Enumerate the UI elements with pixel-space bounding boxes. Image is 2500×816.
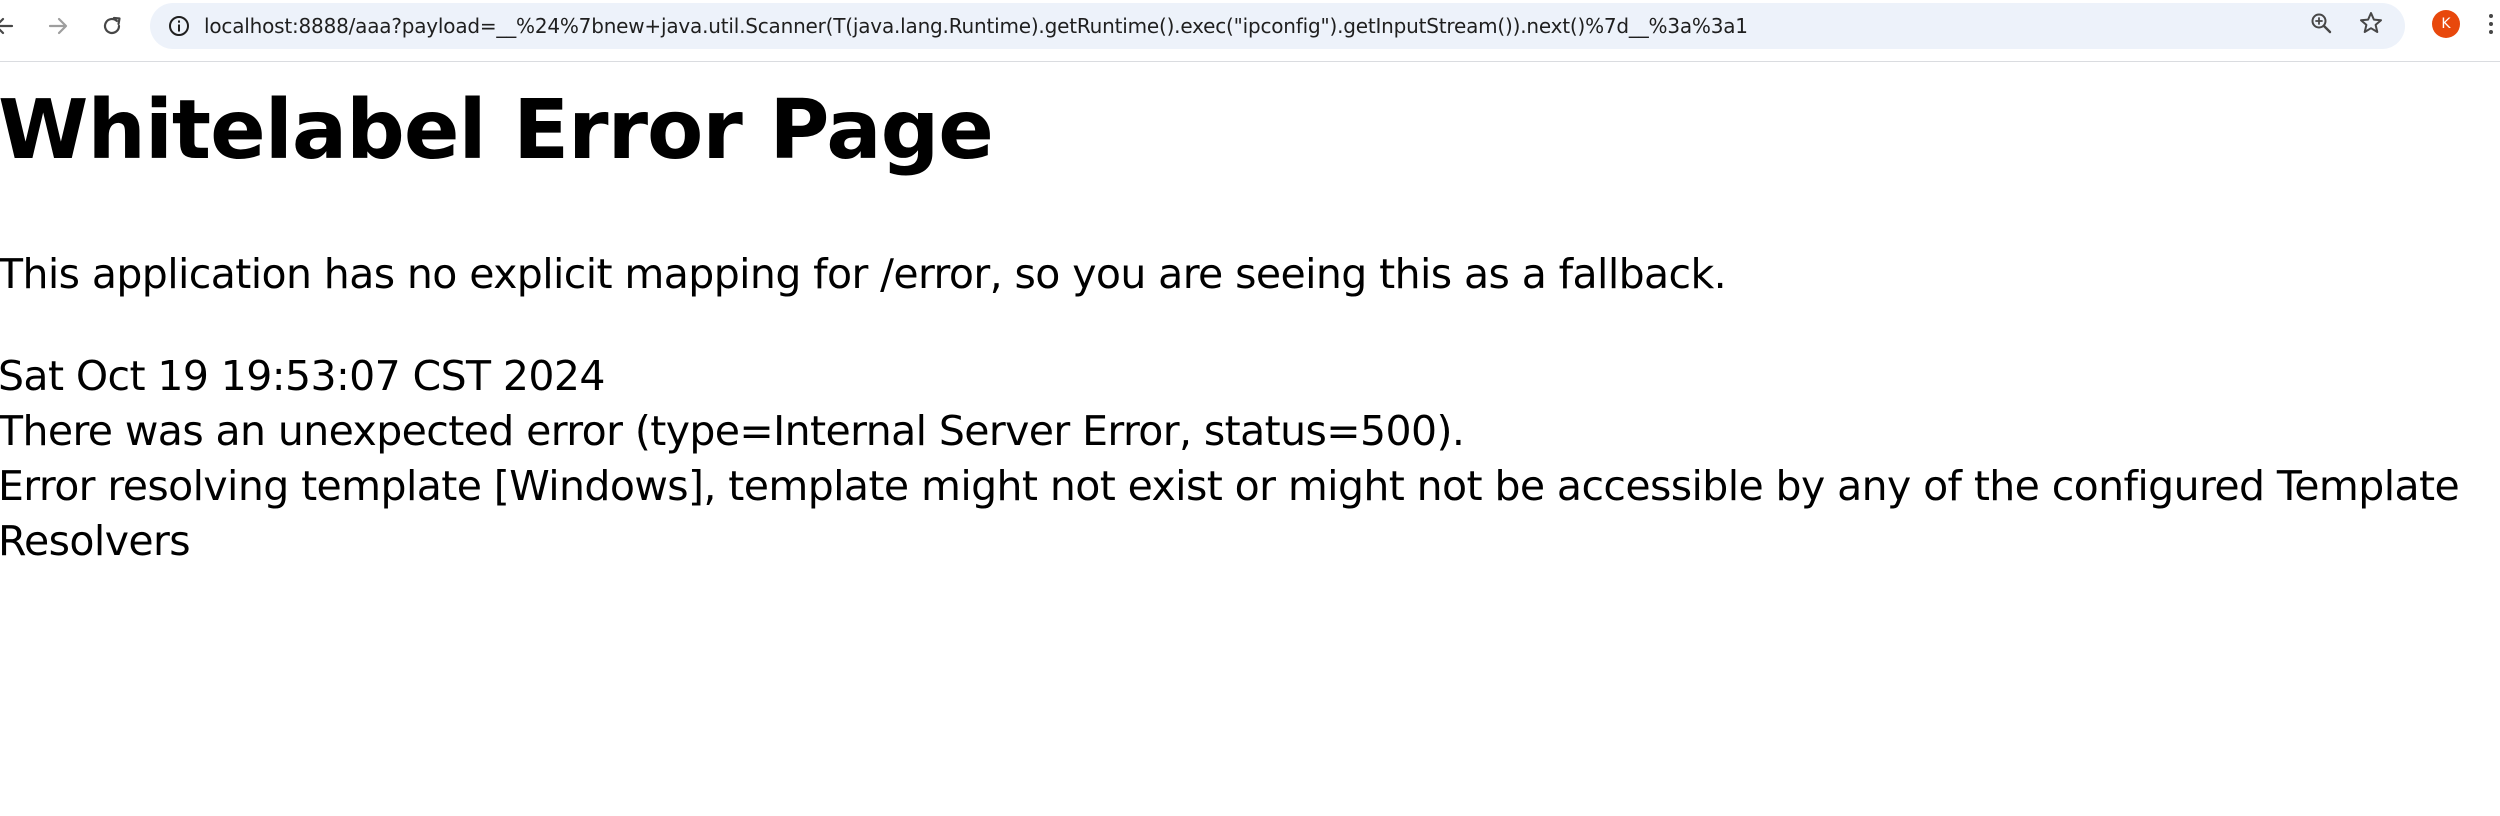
error-message-line-2: Resolvers xyxy=(0,517,191,565)
reload-button[interactable] xyxy=(92,6,132,46)
avatar-letter: K xyxy=(2441,16,2451,32)
error-message-line-1: Error resolving template [Windows], temp… xyxy=(0,462,2460,510)
browser-toolbar: localhost:8888/aaa?payload=__%24%7bnew+j… xyxy=(0,0,2500,62)
reload-icon xyxy=(103,16,121,35)
error-details: Sat Oct 19 19:53:07 CST 2024 There was a… xyxy=(0,349,2478,569)
arrow-right-icon xyxy=(48,17,68,35)
zoom-icon[interactable] xyxy=(2308,10,2334,36)
back-button[interactable] xyxy=(0,6,24,46)
avatar[interactable]: K xyxy=(2432,10,2460,38)
page-title: Whitelabel Error Page xyxy=(0,83,994,178)
forward-button[interactable] xyxy=(38,6,78,46)
error-summary: There was an unexpected error (type=Inte… xyxy=(0,407,1465,455)
url-text[interactable]: localhost:8888/aaa?payload=__%24%7bnew+j… xyxy=(204,14,1748,38)
error-timestamp: Sat Oct 19 19:53:07 CST 2024 xyxy=(0,352,605,400)
address-bar[interactable]: localhost:8888/aaa?payload=__%24%7bnew+j… xyxy=(150,3,2405,49)
arrow-left-icon xyxy=(0,17,14,35)
star-icon[interactable] xyxy=(2358,10,2384,36)
site-info-icon[interactable] xyxy=(166,13,192,39)
fallback-explanation: This application has no explicit mapping… xyxy=(0,250,1727,298)
kebab-menu-icon[interactable] xyxy=(2482,10,2500,38)
